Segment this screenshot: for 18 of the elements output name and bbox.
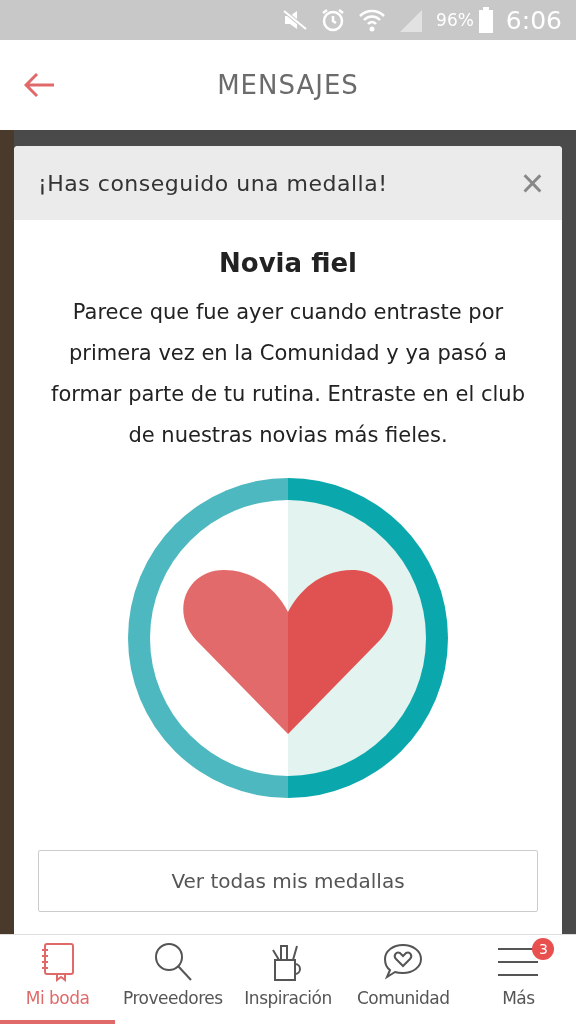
heart-chat-icon	[383, 942, 424, 982]
menu-icon	[498, 946, 539, 978]
notification-badge: 3	[532, 938, 555, 960]
screen-title: MENSAJES	[217, 70, 359, 100]
search-icon	[152, 942, 193, 982]
back-arrow-icon[interactable]	[24, 72, 56, 98]
medal-description: Parece que fue ayer cuando entraste por primera vez en la Comunidad y ya pasó a formar parte de tu rutina. Entraste en el club de nuestras novias más fieles.	[50, 299, 526, 449]
nav-tab[interactable]: Proveedores	[115, 935, 231, 1024]
view-medals-button[interactable]: Ver todas mis medallas	[38, 850, 538, 912]
mute-icon	[282, 9, 309, 31]
nav-tab[interactable]: 3 Más	[460, 935, 576, 1024]
medal-title: Novia fiel	[219, 248, 357, 278]
notebook-icon	[40, 942, 75, 982]
nav-tab[interactable]: Inspiración	[230, 935, 346, 1024]
dialog-heading: ¡Has conseguido una medalla!	[38, 170, 388, 196]
nav-tab[interactable]: Comunidad	[345, 935, 461, 1024]
wifi-icon	[358, 7, 387, 33]
battery-icon	[477, 7, 494, 33]
